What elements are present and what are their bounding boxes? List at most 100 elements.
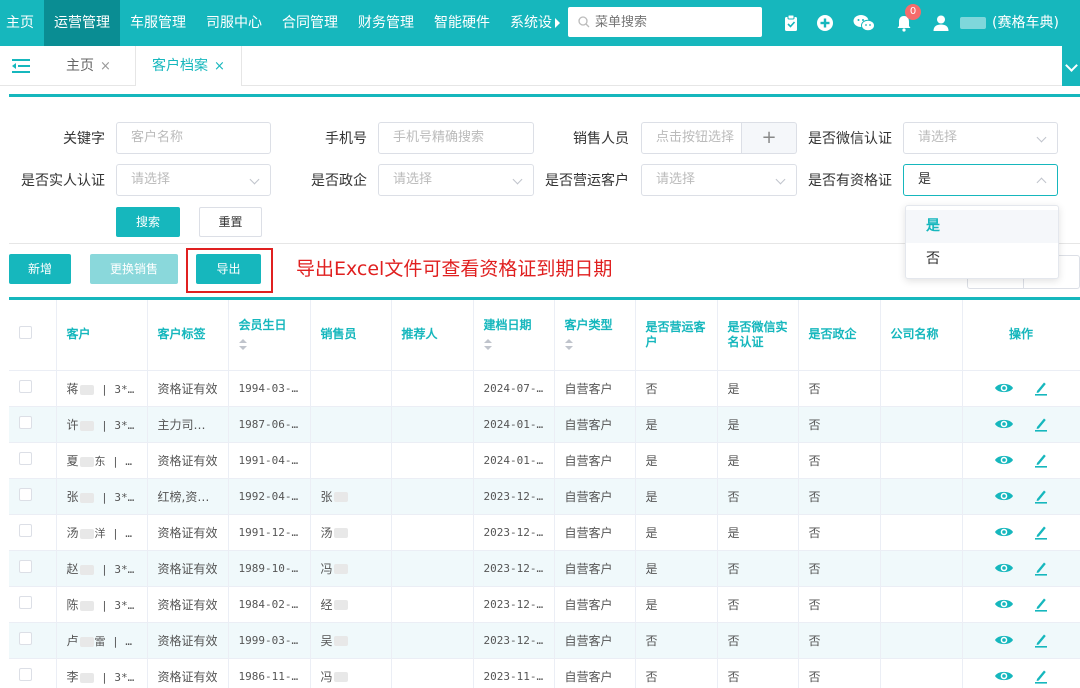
col-member-birthday[interactable]: 会员生日 <box>228 300 311 371</box>
row-checkbox[interactable] <box>19 560 32 573</box>
redacted-text <box>79 528 94 539</box>
customer-surname: 蒋 <box>66 381 79 396</box>
sort-icon[interactable] <box>238 339 247 351</box>
qualification-cert-select[interactable]: 是 <box>903 164 1058 196</box>
cell-customer-type-value: 自营客户 <box>564 561 613 576</box>
cell-customer: 蒋 | 3****: <box>56 370 148 407</box>
add-button[interactable]: 新增 <box>9 254 71 284</box>
nav-item-vehicle-service[interactable]: 车服管理 <box>120 0 196 46</box>
sales-picker-input[interactable]: 点击按钮选择 <box>641 122 742 154</box>
table-row[interactable]: 李 | 3****: 资格证有效 1986-11-… 冯 2023-11-… 自营客户 否 否… <box>9 658 1080 688</box>
tab-customer-archive[interactable]: 客户档案 × <box>135 46 242 86</box>
keyword-input[interactable]: 客户名称 <box>116 122 271 154</box>
row-checkbox[interactable] <box>19 632 32 645</box>
realname-auth-select[interactable]: 请选择 <box>116 164 271 196</box>
phone-input[interactable]: 手机号精确搜索 <box>378 122 534 154</box>
table-row[interactable]: 卢 雷 | 3*** 资格证有效 1999-03-… 吴 2023-12-… 自营客户 否 否 否 <box>9 622 1080 659</box>
menu-search-input[interactable] <box>595 14 745 30</box>
menu-toggle-icon[interactable] <box>12 58 30 78</box>
row-checkbox[interactable] <box>19 416 32 429</box>
reset-button[interactable]: 重置 <box>199 207 262 237</box>
cell-wechat-realname: 是 <box>717 406 799 443</box>
col-customer-type[interactable]: 客户类型 <box>554 300 636 371</box>
nav-item-system-settings[interactable]: 系统设 <box>500 0 570 46</box>
table-row[interactable]: 许 | 3****: 主力司机,… 1987-06-… 2024-01-… 自营客户 是 是… <box>9 406 1080 443</box>
gov-enterprise-select[interactable]: 请选择 <box>378 164 534 196</box>
row-checkbox[interactable] <box>19 596 32 609</box>
cell-member-birthday-value: 1992-04-… <box>238 489 299 503</box>
wechat-icon[interactable] <box>853 12 875 34</box>
select-all-checkbox[interactable] <box>19 326 32 340</box>
row-checkbox[interactable] <box>19 452 32 465</box>
edit-icon[interactable] <box>1034 488 1048 504</box>
table-row[interactable]: 陈 | 3****(资格证有效 1984-02-… 经 2023-12-… 自营客户 是 否… <box>9 586 1080 623</box>
row-checkbox[interactable] <box>19 488 32 501</box>
user-account[interactable]: (赛格车典) <box>960 0 1059 46</box>
add-circle-icon[interactable] <box>814 12 836 34</box>
eye-icon[interactable] <box>994 561 1014 575</box>
edit-icon[interactable] <box>1034 596 1048 612</box>
sort-icon[interactable] <box>564 339 573 351</box>
row-checkbox[interactable] <box>19 380 32 393</box>
col-created-date-label: 建档日期 <box>483 318 532 333</box>
dropdown-option-no[interactable]: 否 <box>906 243 1058 276</box>
cell-operating-customer: 是 <box>635 550 718 587</box>
wechat-auth-select[interactable]: 请选择 <box>903 122 1058 154</box>
table-row[interactable]: 赵 | 3****: 资格证有效 1989-10-… 冯 2023-12-… 自营客户 是 否… <box>9 550 1080 587</box>
cell-customer-type: 自营客户 <box>554 658 636 688</box>
search-button[interactable]: 搜索 <box>116 207 180 237</box>
row-checkbox[interactable] <box>19 524 32 537</box>
customer-surname: 许 <box>66 417 79 432</box>
user-icon[interactable] <box>930 12 952 34</box>
redacted-text <box>79 564 94 575</box>
nav-item-contracts[interactable]: 合同管理 <box>272 0 348 46</box>
tab-home[interactable]: 主页 × <box>50 46 127 86</box>
row-checkbox[interactable] <box>19 668 32 681</box>
nav-item-driver-service[interactable]: 司服中心 <box>196 0 272 46</box>
cell-operating-customer-value: 是 <box>645 597 658 612</box>
sales-add-button[interactable]: + <box>742 122 797 154</box>
customer-phone-masked: 洋 | 3*** <box>94 526 147 540</box>
cell-customer-type-value: 自营客户 <box>564 453 613 468</box>
dropdown-option-yes[interactable]: 是 <box>906 210 1058 243</box>
table-row[interactable]: 汤 洋 | 3*** 资格证有效 1991-12-… 汤 2023-12-… 自营客户 是 是 否 <box>9 514 1080 551</box>
nav-item-home[interactable]: 主页 <box>0 0 44 46</box>
customer-phone-masked: | 3****: <box>101 418 147 432</box>
table-row[interactable]: 张 | 3****: 红榜,资格… 1992-04-… 张 2023-12-… 自营客户 是… <box>9 478 1080 515</box>
edit-icon[interactable] <box>1034 416 1048 432</box>
edit-icon[interactable] <box>1034 560 1048 576</box>
eye-icon[interactable] <box>994 669 1014 683</box>
eye-icon[interactable] <box>994 489 1014 503</box>
nav-item-smart-hardware[interactable]: 智能硬件 <box>424 0 500 46</box>
table-row[interactable]: 夏 东 | 3*** 资格证有效 1991-04-… 2024-01-… 自营客户 是 是 否 <box>9 442 1080 479</box>
edit-icon[interactable] <box>1034 452 1048 468</box>
nav-item-finance[interactable]: 财务管理 <box>348 0 424 46</box>
cell-created-date-value: 2024-01-… <box>483 453 544 467</box>
edit-icon[interactable] <box>1034 632 1048 648</box>
eye-icon[interactable] <box>994 381 1014 395</box>
close-icon[interactable]: × <box>100 59 111 74</box>
edit-icon[interactable] <box>1034 668 1048 684</box>
nav-item-operations[interactable]: 运营管理 <box>44 0 120 46</box>
tab-scroll-right-button[interactable] <box>1062 46 1080 86</box>
col-created-date[interactable]: 建档日期 <box>473 300 555 371</box>
cell-wechat-realname: 是 <box>717 514 799 551</box>
cell-operating-customer-value: 是 <box>645 453 658 468</box>
eye-icon[interactable] <box>994 417 1014 431</box>
clipboard-check-icon[interactable] <box>780 12 802 34</box>
edit-icon[interactable] <box>1034 524 1048 540</box>
cell-salesperson-value: 经 <box>320 597 333 612</box>
menu-search-box[interactable] <box>568 7 762 37</box>
cell-created-date: 2023-11-… <box>473 658 555 688</box>
cell-customer-type: 自营客户 <box>554 514 636 551</box>
eye-icon[interactable] <box>994 525 1014 539</box>
eye-icon[interactable] <box>994 633 1014 647</box>
sort-icon[interactable] <box>483 339 492 351</box>
change-sales-button[interactable]: 更换销售 <box>90 254 178 284</box>
close-icon[interactable]: × <box>214 59 225 74</box>
operating-customer-select[interactable]: 请选择 <box>641 164 797 196</box>
table-row[interactable]: 蒋 | 3****: 资格证有效 1994-03-… 2024-07-… 自营客户 否 是 否 <box>9 370 1080 407</box>
eye-icon[interactable] <box>994 453 1014 467</box>
edit-icon[interactable] <box>1034 380 1048 396</box>
eye-icon[interactable] <box>994 597 1014 611</box>
